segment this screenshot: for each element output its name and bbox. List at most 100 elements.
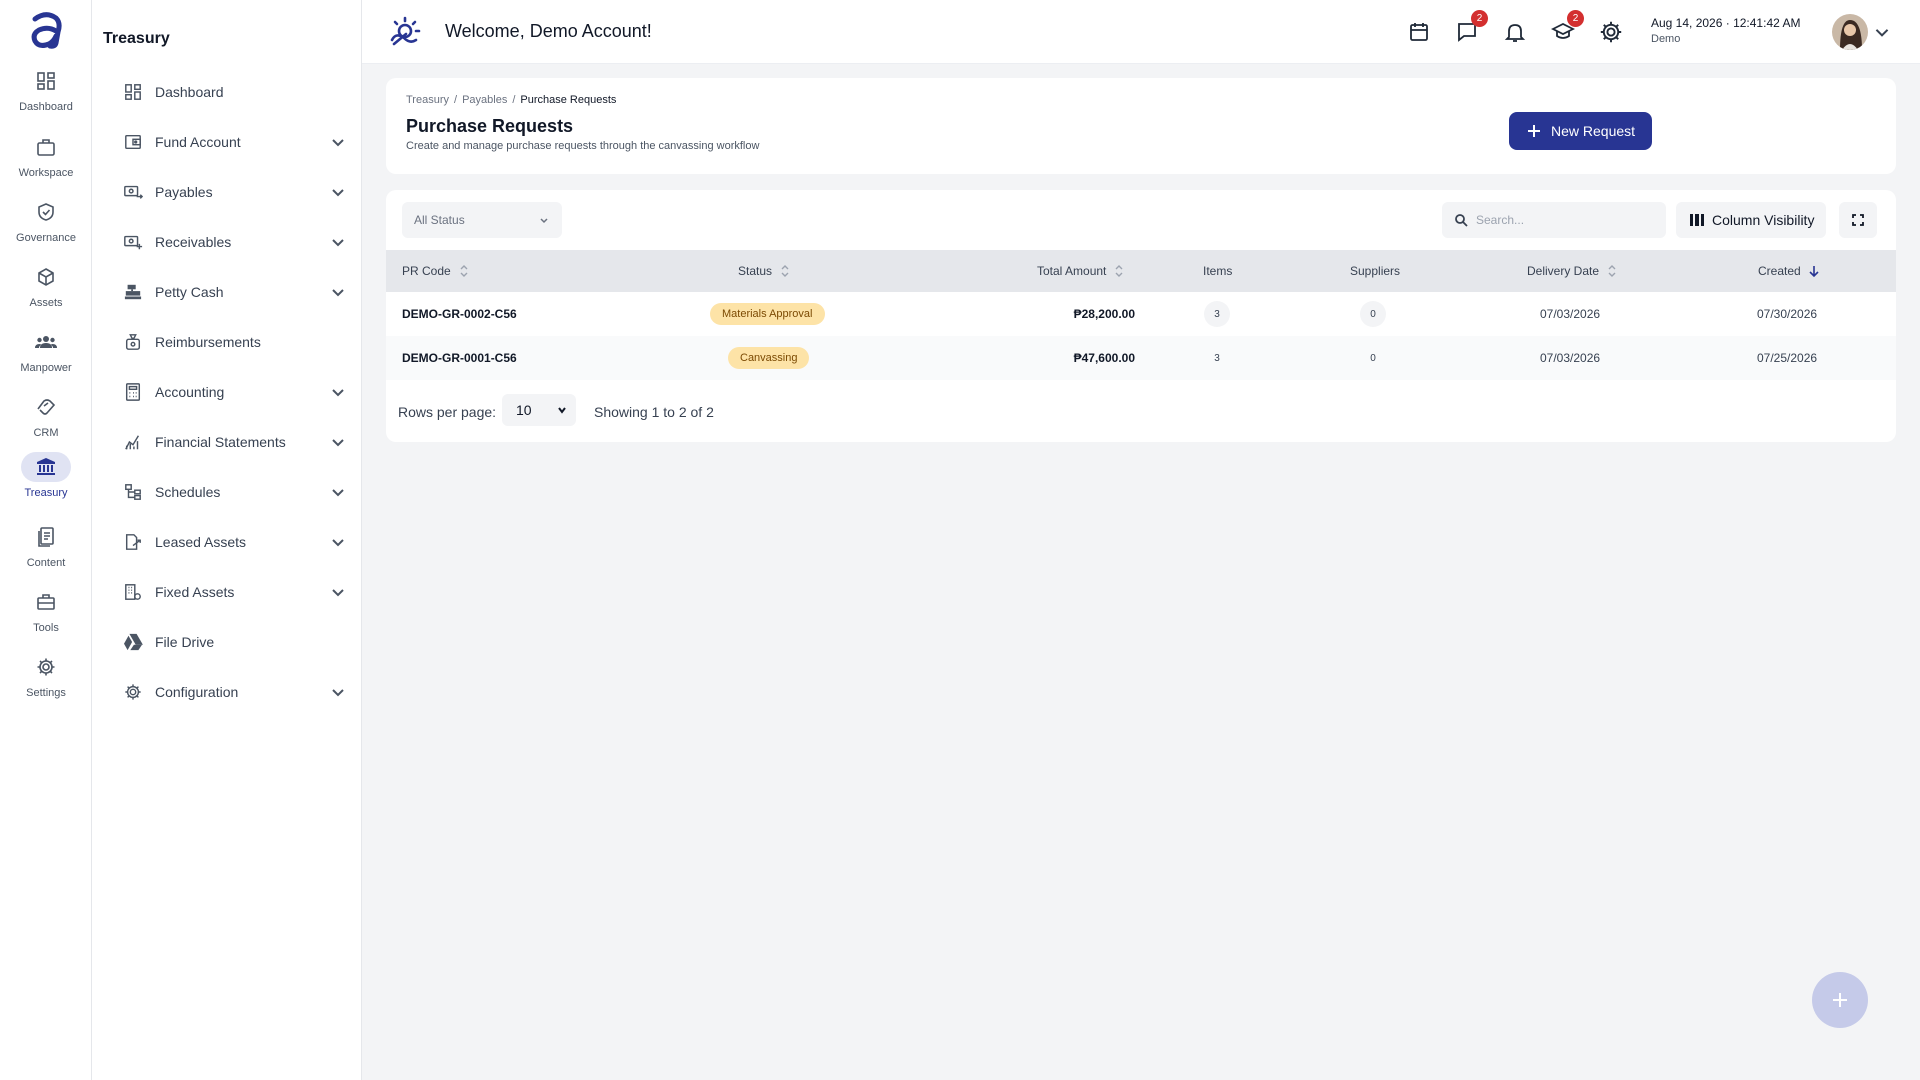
rail-item-assets[interactable]: Assets: [4, 262, 88, 318]
rail-item-settings[interactable]: Settings: [4, 652, 88, 708]
chevron-down-icon[interactable]: [1872, 22, 1892, 42]
graduation-cap-icon[interactable]: 2: [1551, 10, 1584, 44]
time-text: 12:41:42 AM: [1733, 16, 1801, 30]
chevron-down-icon[interactable]: [329, 383, 347, 401]
chevron-down-icon[interactable]: [329, 533, 347, 551]
table-row[interactable]: DEMO-GR-0002-C56 Materials Approval ₱28,…: [386, 292, 1896, 336]
shield-check-icon: [21, 197, 71, 227]
search-input[interactable]: [1476, 213, 1646, 227]
search-box[interactable]: [1442, 202, 1666, 238]
table-card: All Status Column Visibility PR Code Sta…: [386, 190, 1896, 442]
page-title: Purchase Requests: [406, 116, 574, 136]
suppliers-cell: 0: [1360, 292, 1386, 336]
rail-item-workspace[interactable]: Workspace: [4, 132, 88, 188]
new-request-button[interactable]: New Request: [1509, 112, 1652, 150]
breadcrumb-item[interactable]: Payables: [462, 94, 507, 106]
rail-item-crm[interactable]: CRM: [4, 392, 88, 448]
app-logo-icon[interactable]: [28, 10, 64, 50]
sidebar-item-configuration[interactable]: Configuration: [122, 674, 347, 710]
column-header-created[interactable]: Created: [1758, 250, 1821, 292]
chevron-down-icon[interactable]: [329, 183, 347, 201]
messages-icon[interactable]: 2: [1455, 10, 1488, 44]
rail-item-dashboard[interactable]: Dashboard: [4, 66, 88, 122]
chevron-down-icon[interactable]: [329, 683, 347, 701]
rail-label: Settings: [26, 687, 66, 699]
table-header: PR Code Status Total Amount Items Suppli…: [386, 250, 1896, 292]
rail-item-content[interactable]: Content: [4, 522, 88, 578]
schedule-tree-icon: [122, 481, 144, 503]
chart-icon: [122, 431, 144, 453]
sidebar-item-label: Fixed Assets: [155, 584, 235, 600]
chevron-down-icon[interactable]: [329, 133, 347, 151]
sidebar-item-receivables[interactable]: Receivables: [122, 224, 347, 260]
sidebar-item-leased-assets[interactable]: Leased Assets: [122, 524, 347, 560]
rail-item-governance[interactable]: Governance: [4, 197, 88, 253]
created-cell: 07/25/2026: [1757, 351, 1818, 365]
sort-icon: [781, 265, 789, 277]
bell-icon[interactable]: [1503, 20, 1527, 44]
top-header: Welcome, Demo Account! 2 2 Aug 14, 2026 …: [362, 0, 1920, 64]
status-cell: Canvassing: [728, 336, 810, 380]
chevron-down-icon[interactable]: [329, 583, 347, 601]
page-subtitle: Create and manage purchase requests thro…: [406, 140, 760, 152]
sidebar-item-financial-statements[interactable]: Financial Statements: [122, 424, 347, 460]
rail-label: Governance: [16, 232, 76, 244]
column-header-status[interactable]: Status: [738, 250, 792, 292]
brand-icon: [388, 16, 422, 50]
sidebar-item-fixed-assets[interactable]: Fixed Assets: [122, 574, 347, 610]
column-header-items[interactable]: Items: [1203, 250, 1232, 292]
status-badge: Materials Approval: [710, 303, 825, 325]
fullscreen-button[interactable]: [1839, 202, 1877, 238]
chevron-down-icon[interactable]: [329, 433, 347, 451]
cash-in-icon: [122, 231, 144, 253]
calendar-icon[interactable]: [1407, 20, 1431, 44]
rows-per-page-value: 10: [516, 402, 532, 418]
column-header-delivery-date[interactable]: Delivery Date: [1527, 250, 1619, 292]
building-gear-icon: [122, 581, 144, 603]
chevron-down-icon[interactable]: [329, 233, 347, 251]
rows-per-page-label: Rows per page:: [398, 404, 497, 420]
sidebar-item-petty-cash[interactable]: Petty Cash: [122, 274, 347, 310]
column-label: Delivery Date: [1527, 264, 1600, 278]
table-row[interactable]: DEMO-GR-0001-C56 Canvassing ₱47,600.00 3…: [386, 336, 1896, 380]
sidebar-item-label: Fund Account: [155, 134, 241, 150]
sidebar-item-label: File Drive: [155, 634, 215, 650]
rail-label: Content: [26, 557, 66, 569]
rows-per-page-select[interactable]: 10: [502, 394, 576, 426]
column-header-total-amount[interactable]: Total Amount: [1037, 250, 1126, 292]
rail-label: Tools: [33, 622, 59, 634]
total-amount-cell: ₱47,600.00: [1073, 351, 1135, 365]
status-badge: Canvassing: [728, 347, 810, 369]
breadcrumb-item[interactable]: Treasury: [406, 94, 449, 106]
sidebar-item-dashboard[interactable]: Dashboard: [122, 74, 347, 110]
document-icon: [21, 522, 71, 552]
sidebar-item-fund-account[interactable]: Fund Account: [122, 124, 347, 160]
column-header-suppliers[interactable]: Suppliers: [1350, 250, 1400, 292]
floating-add-button[interactable]: [1812, 972, 1868, 1028]
column-visibility-button[interactable]: Column Visibility: [1676, 202, 1826, 238]
welcome-message: Welcome, Demo Account!: [445, 21, 652, 41]
gear-icon[interactable]: [1599, 20, 1623, 44]
dashboard-icon: [122, 81, 144, 103]
sidebar-item-payables[interactable]: Payables: [122, 174, 347, 210]
sidebar-item-reimbursements[interactable]: Reimbursements: [122, 324, 347, 360]
sidebar-item-label: Accounting: [155, 384, 225, 400]
cash-register-icon: [122, 281, 144, 303]
handshake-icon: [21, 392, 71, 422]
chevron-down-icon[interactable]: [329, 283, 347, 301]
sidebar-item-file-drive[interactable]: File Drive: [122, 624, 347, 660]
sidebar-item-accounting[interactable]: Accounting: [122, 374, 347, 410]
drive-icon: [122, 631, 144, 653]
app-rail: Dashboard Workspace Governance Assets Ma…: [0, 0, 92, 1080]
rail-item-tools[interactable]: Tools: [4, 587, 88, 643]
chevron-down-icon[interactable]: [329, 483, 347, 501]
rail-item-manpower[interactable]: Manpower: [4, 327, 88, 383]
sidebar-item-schedules[interactable]: Schedules: [122, 474, 347, 510]
status-filter-select[interactable]: All Status: [402, 202, 562, 238]
rail-item-treasury[interactable]: Treasury: [4, 452, 88, 508]
rail-label: Manpower: [20, 362, 72, 374]
column-header-pr-code[interactable]: PR Code: [402, 250, 471, 292]
avatar[interactable]: [1832, 14, 1868, 50]
items-cell: 3: [1204, 336, 1230, 380]
status-cell: Materials Approval: [710, 292, 825, 336]
